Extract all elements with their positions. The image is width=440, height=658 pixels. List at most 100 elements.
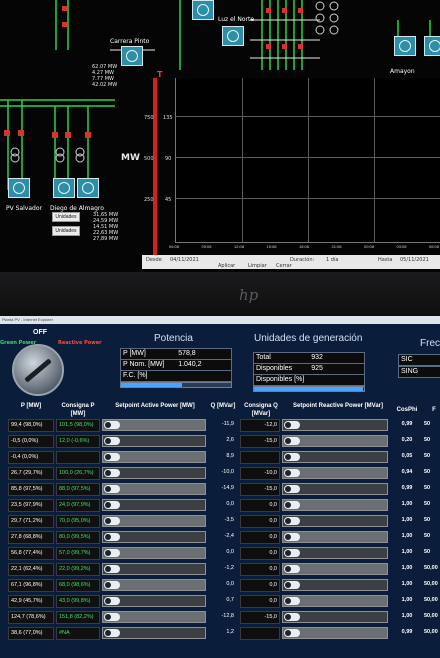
f-value: 50 [424,437,431,443]
setpoint-active-toggle[interactable] [104,613,120,621]
setpoint-active-toggle[interactable] [104,485,120,493]
consigna-p-value[interactable]: 68,0 (98,6%) [56,579,100,592]
setpoint-active-toggle[interactable] [104,469,120,477]
station-label-amayon: Amayon [390,68,415,75]
setpoint-reactive-toggle[interactable] [284,469,300,477]
consigna-p-value[interactable]: 88,0 (97,5%) [56,483,100,496]
luz-el-norte-icon[interactable] [222,26,244,46]
off-label: OFF [33,329,47,336]
consigna-q-value[interactable]: -15,0 [240,611,280,624]
power-mode-knob[interactable] [12,344,64,396]
q-value: -1,2 [224,565,234,571]
consigna-q-value[interactable]: 0,0 [240,579,280,592]
consigna-q-value[interactable]: 0,0 [240,499,280,512]
diego-almagro-icon-2[interactable] [77,178,99,198]
q-value: 0,0 [226,581,234,587]
trend-chart-plot[interactable] [175,78,440,243]
setpoint-reactive-toggle[interactable] [284,613,300,621]
limpiar-button[interactable]: Limpiar [248,263,267,269]
amayon-icon-2[interactable] [424,36,440,56]
consigna-p-value[interactable]: 22,0 (99,2%) [56,563,100,576]
consigna-p-value[interactable]: #NA [56,627,100,640]
setpoint-reactive-toggle[interactable] [284,421,300,429]
pv-salvador-icon[interactable] [8,178,30,198]
setpoint-reactive-toggle[interactable] [284,533,300,541]
consigna-q-value[interactable]: 0,0 [240,595,280,608]
consigna-q-value[interactable] [240,451,280,464]
date-to-field[interactable]: 05/11/2021 [400,257,429,263]
setpoint-reactive-toggle[interactable] [284,565,300,573]
consigna-q-value[interactable]: -15,0 [240,435,280,448]
diego-almagro-icon-1[interactable] [53,178,75,198]
sing-label: SING [401,368,419,375]
station-icon-top[interactable] [192,0,214,20]
x-tick-label: 15:08 [266,244,277,249]
amayon-icon[interactable] [394,36,416,56]
duracion-label: Duración: [290,257,315,263]
setpoint-active-toggle[interactable] [104,597,120,605]
setpoint-active-toggle[interactable] [104,581,120,589]
table-row: 22,1 (62,4%) 22,0 (99,2%) -1,2 0,0 1,00 50,00 [0,562,440,577]
f-value: 50 [424,485,431,491]
setpoint-active-toggle[interactable] [104,437,120,445]
setpoint-active-toggle[interactable] [104,549,120,557]
setpoint-reactive-toggle[interactable] [284,501,300,509]
consigna-q-value[interactable]: -15,0 [240,483,280,496]
unidades-button-2[interactable]: Unidades [52,226,80,236]
x-tick-label: 00:08 [364,244,375,249]
carrera-pinto-icon[interactable] [121,46,143,66]
station-label-carrera-pinto: Carrera Pinto [110,38,150,45]
consigna-p-value[interactable]: 70,0 (95,0%) [56,515,100,528]
consigna-q-value[interactable] [240,627,280,640]
aplicar-button[interactable]: Aplicar [218,263,235,269]
setpoint-active-toggle[interactable] [104,629,120,637]
setpoint-active-toggle[interactable] [104,533,120,541]
setpoint-reactive-toggle[interactable] [284,485,300,493]
consigna-p-value[interactable]: 80,0 (99,5%) [56,531,100,544]
cosphi-value: 1,00 [401,597,413,603]
date-from-field[interactable]: 04/11/2021 [170,257,199,263]
setpoint-active-toggle[interactable] [104,453,120,461]
duration-field[interactable]: 1 día [326,257,338,263]
cerrar-button[interactable]: Cerrar [276,263,292,269]
consigna-q-value[interactable]: -12,0 [240,419,280,432]
consigna-p-value[interactable]: 43,0 (99,8%) [56,595,100,608]
y-tick-right: 90 [165,156,172,162]
q-value: -10,0 [221,469,234,475]
consigna-q-value[interactable]: 0,0 [240,547,280,560]
consigna-p-value[interactable]: 151,8 (82,2%) [56,611,100,624]
setpoint-reactive-toggle[interactable] [284,597,300,605]
consigna-q-value[interactable]: -10,0 [240,467,280,480]
desde-label: Desde [146,257,162,263]
cosphi-value: 0,20 [401,437,413,443]
consigna-p-value[interactable]: 57,0 (99,7%) [56,547,100,560]
consigna-q-value[interactable]: 0,0 [240,531,280,544]
setpoint-reactive-toggle[interactable] [284,437,300,445]
unidades-button-1[interactable]: Unidades [52,212,80,222]
consigna-q-value[interactable]: 0,0 [240,563,280,576]
consigna-p-value[interactable]: 24,0 (97,9%) [56,499,100,512]
setpoint-active-toggle[interactable] [104,565,120,573]
hasta-label: Hasta [378,257,393,263]
setpoint-reactive-toggle[interactable] [284,581,300,589]
table-row: 124,7 (78,6%) 151,8 (82,2%) -12,8 -15,0 1,00… [0,610,440,625]
setpoint-reactive-toggle[interactable] [284,517,300,525]
header-setpoint-active: Setpoint Active Power [MW] [115,403,195,409]
setpoint-reactive-toggle[interactable] [284,453,300,461]
consigna-q-value[interactable]: 0,0 [240,515,280,528]
setpoint-active-toggle[interactable] [104,517,120,525]
consigna-p-value[interactable]: 100,0 (26,7%) [56,467,100,480]
setpoint-active-toggle[interactable] [104,501,120,509]
p-value: 27,8 (68,8%) [8,531,54,544]
p-nom-label: P Nom. [MW] [123,361,165,368]
consigna-p-value[interactable]: 101,5 (98,0%) [56,419,100,432]
consigna-p-value[interactable] [56,451,100,464]
station-label-pv-salvador: PV Salvador [6,205,42,212]
total-value: 932 [311,354,323,361]
consigna-p-value[interactable]: 12,0 (-0,6%) [56,435,100,448]
setpoint-reactive-toggle[interactable] [284,549,300,557]
chart-y-label: MW [121,153,140,163]
p-value: 29,7 (71,2%) [8,515,54,528]
setpoint-reactive-toggle[interactable] [284,629,300,637]
setpoint-active-toggle[interactable] [104,421,120,429]
